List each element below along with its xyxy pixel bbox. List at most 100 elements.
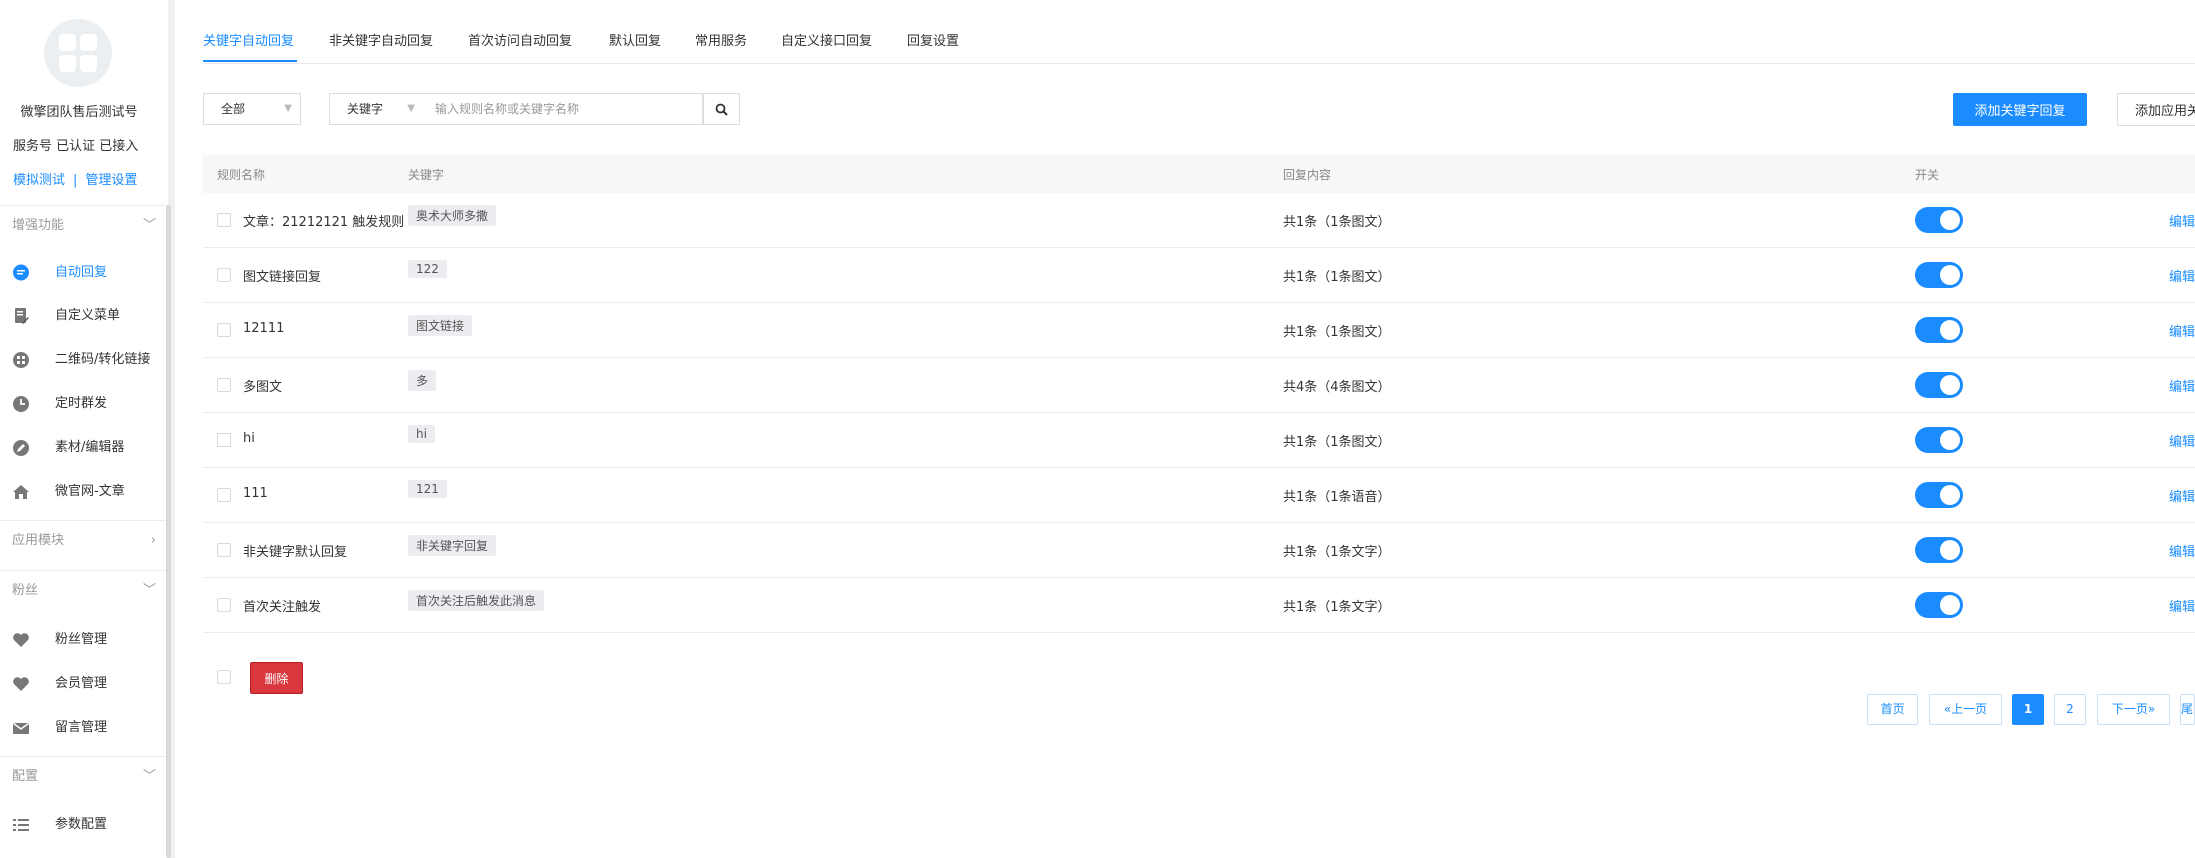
- section-enhanced-features[interactable]: 增强功能 ﹀: [0, 206, 166, 246]
- tab-custom-api-reply[interactable]: 自定义接口回复: [781, 30, 872, 49]
- edit-link[interactable]: 编辑: [2169, 376, 2195, 395]
- reply-content: 共1条（1条图文）: [1283, 435, 1391, 450]
- pagination-next[interactable]: 下一页»: [2097, 694, 2170, 725]
- table-row: 多图文 多 共4条（4条图文） 编辑: [203, 358, 2195, 413]
- list-icon: [12, 816, 30, 834]
- sidebar-item-scheduled-broadcast[interactable]: 定时群发: [0, 384, 166, 424]
- edit-link[interactable]: 编辑: [2169, 431, 2195, 450]
- reply-content: 共1条（1条图文）: [1283, 270, 1391, 285]
- reply-content: 共1条（1条图文）: [1283, 215, 1391, 230]
- section-app-modules[interactable]: 应用模块 ›: [0, 521, 166, 561]
- sidebar-item-label: 粉丝管理: [55, 632, 108, 647]
- keyword-tag: 首次关注后触发此消息: [408, 590, 545, 611]
- rule-name: 文章：21212121 触发规则: [243, 215, 405, 230]
- chevron-right-icon: ›: [150, 533, 156, 548]
- sidebar-item-fan-management[interactable]: 粉丝管理: [0, 620, 166, 660]
- delete-button[interactable]: 删除: [250, 662, 303, 694]
- sidebar-item-auto-reply[interactable]: 自动回复: [0, 253, 166, 293]
- sidebar-item-label: 留言管理: [55, 720, 108, 735]
- row-checkbox[interactable]: [217, 598, 231, 612]
- table-header: 规则名称 关键字 回复内容 开关: [203, 155, 2195, 193]
- sidebar-item-message-management[interactable]: 留言管理: [0, 708, 166, 748]
- tab-first-visit-auto-reply[interactable]: 首次访问自动回复: [468, 30, 572, 49]
- search-type-select[interactable]: 关键字 ▼: [329, 93, 424, 125]
- add-app-keyword-button[interactable]: 添加应用关键字: [2117, 93, 2195, 126]
- edit-link[interactable]: 编辑: [2169, 211, 2195, 230]
- row-checkbox[interactable]: [217, 433, 231, 447]
- edit-link[interactable]: 编辑: [2169, 596, 2195, 615]
- simulate-test-link[interactable]: 模拟测试: [13, 173, 65, 188]
- search-type-value: 关键字: [347, 102, 384, 116]
- sidebar-item-micro-site-articles[interactable]: 微官网-文章: [0, 472, 166, 512]
- toggle-knob: [1940, 265, 1960, 285]
- sidebar-item-custom-menu[interactable]: 自定义菜单: [0, 296, 166, 336]
- rule-name: 图文链接回复: [243, 270, 322, 285]
- tab-bar: 关键字自动回复 非关键字自动回复 首次访问自动回复 默认回复 常用服务 自定义接…: [203, 0, 2195, 64]
- row-checkbox[interactable]: [217, 543, 231, 557]
- sidebar-scrollbar[interactable]: [166, 205, 171, 858]
- section-fans[interactable]: 粉丝 ﹀: [0, 571, 166, 611]
- rule-enabled-toggle[interactable]: [1915, 317, 1963, 343]
- table-row: 首次关注触发 首次关注后触发此消息 共1条（1条文字） 编辑: [203, 578, 2195, 633]
- keyword-tag: 非关键字回复: [408, 535, 497, 556]
- select-all-checkbox[interactable]: [217, 670, 231, 684]
- tab-non-keyword-auto-reply[interactable]: 非关键字自动回复: [329, 30, 433, 49]
- rule-enabled-toggle[interactable]: [1915, 482, 1963, 508]
- sidebar-item-qrcode[interactable]: 二维码/转化链接: [0, 340, 166, 380]
- row-checkbox[interactable]: [217, 213, 231, 227]
- scope-select[interactable]: 全部 ▼: [203, 93, 301, 125]
- rule-enabled-toggle[interactable]: [1915, 372, 1963, 398]
- rule-enabled-toggle[interactable]: [1915, 262, 1963, 288]
- section-label: 配置: [12, 769, 39, 784]
- section-label: 粉丝: [12, 583, 39, 598]
- sidebar-item-member-management[interactable]: 会员管理: [0, 664, 166, 704]
- sidebar-item-label: 微官网-文章: [55, 484, 125, 499]
- avatar-grid-icon: [80, 55, 97, 72]
- keyword-tag: 多: [408, 370, 437, 391]
- rule-name: 非关键字默认回复: [243, 545, 348, 560]
- toggle-knob: [1940, 485, 1960, 505]
- row-checkbox[interactable]: [217, 378, 231, 392]
- row-checkbox[interactable]: [217, 488, 231, 502]
- keyword-tag: hi: [408, 425, 435, 443]
- edit-link[interactable]: 编辑: [2169, 321, 2195, 340]
- search-input[interactable]: [423, 93, 703, 125]
- document-edit-icon: [12, 307, 30, 325]
- reply-content: 共1条（1条语音）: [1283, 490, 1391, 505]
- reply-content: 共1条（1条图文）: [1283, 325, 1391, 340]
- pagination-last[interactable]: 尾页: [2180, 694, 2195, 725]
- sidebar-item-label: 素材/编辑器: [55, 440, 125, 455]
- sidebar-item-parameter-config[interactable]: 参数配置: [0, 805, 166, 845]
- pagination-page-1[interactable]: 1: [2012, 694, 2044, 725]
- account-links: 模拟测试 | 管理设置: [13, 169, 137, 188]
- edit-link[interactable]: 编辑: [2169, 541, 2195, 560]
- rule-enabled-toggle[interactable]: [1915, 427, 1963, 453]
- section-config[interactable]: 配置 ﹀: [0, 757, 166, 797]
- heart-icon: [12, 631, 30, 649]
- rule-enabled-toggle[interactable]: [1915, 207, 1963, 233]
- edit-link[interactable]: 编辑: [2169, 266, 2195, 285]
- add-keyword-reply-button[interactable]: 添加关键字回复: [1953, 93, 2087, 126]
- rule-enabled-toggle[interactable]: [1915, 537, 1963, 563]
- scope-select-value: 全部: [221, 102, 246, 116]
- sidebar-item-label: 自动回复: [55, 265, 108, 280]
- tab-default-reply[interactable]: 默认回复: [609, 30, 661, 49]
- pagination-first[interactable]: 首页: [1867, 694, 1918, 725]
- sidebar-item-materials-editor[interactable]: 素材/编辑器: [0, 428, 166, 468]
- pagination-page-2[interactable]: 2: [2054, 694, 2086, 725]
- search-button[interactable]: [703, 93, 740, 125]
- table-row: 文章：21212121 触发规则 奥术大师多撒 共1条（1条图文） 编辑: [203, 193, 2195, 248]
- row-checkbox[interactable]: [217, 268, 231, 282]
- tab-common-services[interactable]: 常用服务: [695, 30, 747, 49]
- manage-settings-link[interactable]: 管理设置: [85, 173, 137, 188]
- table-row: 图文链接回复 122 共1条（1条图文） 编辑: [203, 248, 2195, 303]
- pagination-prev[interactable]: «上一页: [1929, 694, 2002, 725]
- chevron-down-icon: ﹀: [142, 218, 156, 233]
- tab-reply-settings[interactable]: 回复设置: [907, 30, 959, 49]
- rule-name: 111: [243, 486, 268, 501]
- sidebar-item-label: 定时群发: [55, 396, 108, 411]
- tab-keyword-auto-reply[interactable]: 关键字自动回复: [203, 30, 294, 49]
- rule-enabled-toggle[interactable]: [1915, 592, 1963, 618]
- row-checkbox[interactable]: [217, 323, 231, 337]
- edit-link[interactable]: 编辑: [2169, 486, 2195, 505]
